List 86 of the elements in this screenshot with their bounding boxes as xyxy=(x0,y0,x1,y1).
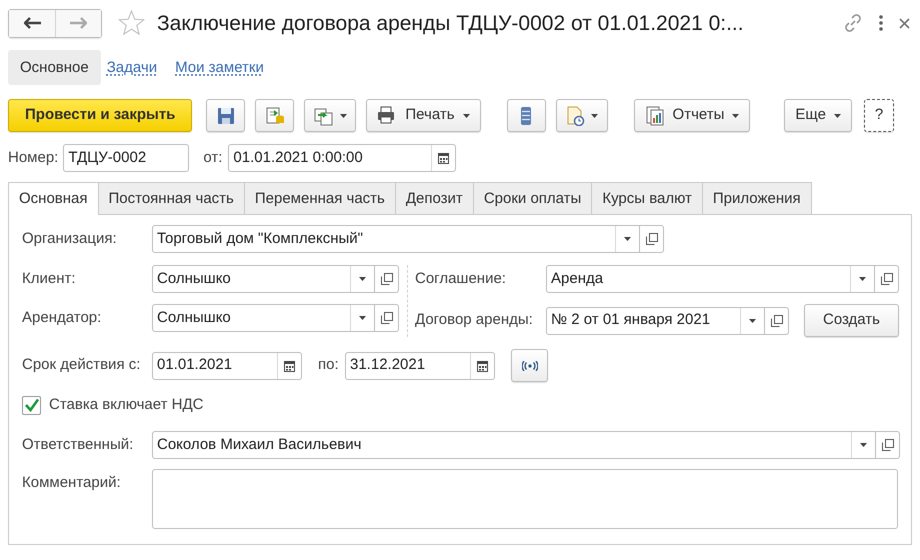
field-label: Договор аренды: xyxy=(415,310,534,330)
field-label: Комментарий: xyxy=(22,473,122,493)
document-clock-icon xyxy=(565,106,586,126)
date-field[interactable]: 01.01.2021 xyxy=(152,352,302,380)
document-database-icon xyxy=(264,106,285,126)
section-link[interactable]: Мои заметки xyxy=(169,50,270,85)
toolbar-button[interactable] xyxy=(206,99,246,132)
section-link[interactable]: Задачи xyxy=(100,50,164,85)
tab[interactable]: Сроки оплаты xyxy=(472,182,592,214)
tab[interactable]: Постоянная часть xyxy=(98,182,245,214)
toolbar-button[interactable] xyxy=(255,99,294,132)
window-title: Заключение договора аренды ТДЦУ-0002 от 01.01.2021 0:... xyxy=(157,12,744,34)
field-label: Ответственный: xyxy=(22,434,134,455)
client-field[interactable]: Солнышко xyxy=(152,265,375,293)
back-arrow-icon xyxy=(24,17,40,29)
close-icon[interactable] xyxy=(899,18,910,28)
caret-icon xyxy=(591,114,598,118)
agreement-field[interactable]: Аренда xyxy=(546,265,875,293)
field-label: Срок действия с: xyxy=(22,355,142,376)
print-button[interactable]: Печать xyxy=(366,99,481,132)
caret-icon xyxy=(340,114,347,118)
section-link[interactable]: Основное xyxy=(8,50,101,85)
open-button[interactable] xyxy=(876,431,900,459)
caret-icon xyxy=(859,277,866,281)
organization-field[interactable]: Торговый дом "Комплексный" xyxy=(152,225,640,253)
calendar-icon xyxy=(438,152,450,164)
comment-field[interactable] xyxy=(152,469,898,529)
caret-icon xyxy=(462,114,470,118)
chart-documents-icon xyxy=(644,106,665,126)
field-label: Клиент: xyxy=(22,268,77,289)
open-button[interactable] xyxy=(375,304,399,332)
forward-arrow-icon xyxy=(70,17,87,29)
toolbar-button[interactable] xyxy=(506,99,546,132)
tab[interactable]: Переменная часть xyxy=(244,182,396,214)
open-button[interactable] xyxy=(765,306,789,334)
create-button[interactable]: Создать xyxy=(804,304,899,337)
field-label: от: xyxy=(203,148,222,168)
check-icon xyxy=(24,398,40,412)
reports-button[interactable]: Отчеты xyxy=(634,99,750,132)
caret-icon xyxy=(359,316,366,320)
copy-icon xyxy=(380,273,392,285)
calendar-icon xyxy=(284,360,295,372)
copy-icon xyxy=(646,233,658,245)
caret-icon xyxy=(834,114,841,118)
post-and-close-button[interactable]: Провести и закрыть xyxy=(8,99,192,132)
open-button[interactable] xyxy=(875,265,899,293)
link-icon[interactable] xyxy=(843,13,863,33)
date-field[interactable]: 01.01.2021 0:00:00 xyxy=(228,144,456,172)
help-button[interactable]: ? xyxy=(864,99,894,132)
back-button[interactable] xyxy=(9,10,55,36)
tab[interactable]: Курсы валют xyxy=(591,182,703,214)
open-button[interactable] xyxy=(375,265,399,293)
tab[interactable]: Приложения xyxy=(702,182,812,214)
tab[interactable]: Основная xyxy=(8,182,99,215)
field-label: Организация: xyxy=(22,228,118,249)
toolbar-button[interactable] xyxy=(556,99,608,132)
caret-icon xyxy=(359,277,366,281)
tenant-field[interactable]: Солнышко xyxy=(152,304,375,332)
caret-icon xyxy=(732,114,740,118)
caret-icon xyxy=(624,237,631,241)
documents-arrow-icon xyxy=(314,106,334,126)
tab[interactable]: Депозит xyxy=(394,182,474,214)
more-icon[interactable] xyxy=(879,15,883,31)
checkbox-label: Ставка включает НДС xyxy=(49,394,204,415)
checkbox[interactable] xyxy=(22,396,41,414)
more-button[interactable]: Еще xyxy=(784,99,852,132)
toolbar-button[interactable] xyxy=(304,99,356,132)
contract-field[interactable]: № 2 от 01 января 2021 xyxy=(546,306,765,334)
copy-icon xyxy=(882,439,894,451)
responsible-field[interactable]: Соколов Михаил Васильевич xyxy=(152,431,876,459)
field-label: по: xyxy=(317,355,340,376)
caret-icon xyxy=(749,318,756,322)
open-button[interactable] xyxy=(640,225,664,253)
calendar-icon xyxy=(477,360,488,372)
period-button[interactable] xyxy=(511,349,548,382)
copy-icon xyxy=(880,273,892,285)
copy-icon xyxy=(770,314,782,326)
star-icon[interactable] xyxy=(118,10,145,36)
field-label: Арендатор: xyxy=(22,308,102,328)
signal-waves-icon xyxy=(522,360,538,370)
copy-icon xyxy=(380,312,392,324)
caret-icon xyxy=(860,443,867,447)
date-field[interactable]: 31.12.2021 xyxy=(345,352,495,380)
field-label: Номер: xyxy=(8,148,58,168)
field-label: Соглашение: xyxy=(415,268,507,289)
number-field[interactable]: ТДЦУ-0002 xyxy=(63,144,190,172)
